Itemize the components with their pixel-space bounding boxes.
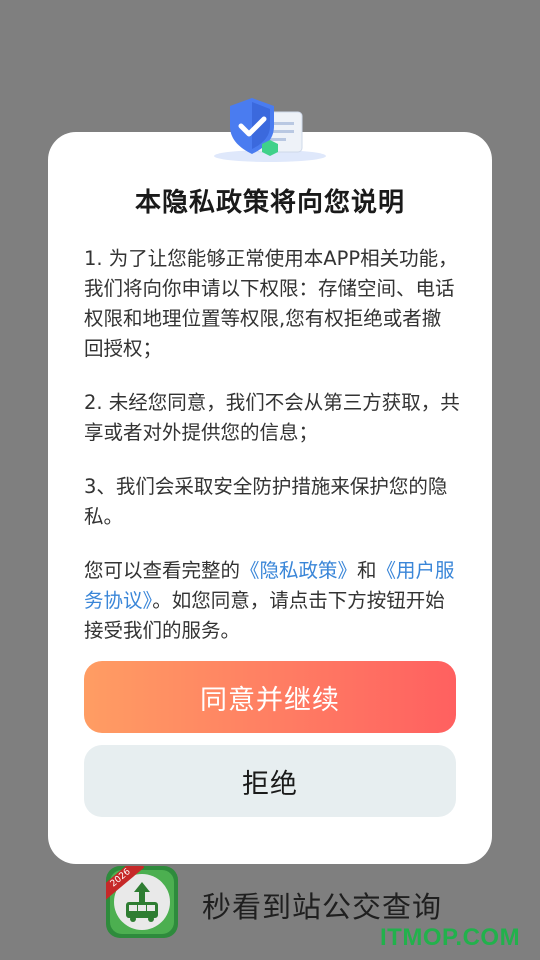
bus-app-icon: 2026 xyxy=(106,866,178,938)
privacy-dialog: 本隐私政策将向您说明 1. 为了让您能够正常使用本APP相关功能，我们将向你申请… xyxy=(48,132,492,864)
agree-button[interactable]: 同意并继续 xyxy=(84,661,456,733)
dialog-title: 本隐私政策将向您说明 xyxy=(134,188,405,218)
privacy-policy-link[interactable]: 《隐私政策》 xyxy=(240,559,357,582)
bus-icon xyxy=(126,882,158,922)
privacy-item-3: 3、我们会采取安全防护措施来保护您的隐私。 xyxy=(84,475,448,528)
privacy-item-1: 1. 为了让您能够正常使用本APP相关功能，我们将向你申请以下权限：存储空间、电… xyxy=(84,247,458,360)
reject-button[interactable]: 拒绝 xyxy=(84,745,456,817)
privacy-item-2: 2. 未经您同意，我们不会从第三方获取，共享或者对外提供您的信息； xyxy=(84,391,460,444)
info-prefix: 您可以查看完整的 xyxy=(84,559,241,582)
shield-check-icon xyxy=(214,98,326,162)
privacy-info: 您可以查看完整的《隐私政策》和《用户服务协议》。如您同意，请点击下方按钮开始接受… xyxy=(84,556,460,646)
dialog-body: 1. 为了让您能够正常使用本APP相关功能，我们将向你申请以下权限：存储空间、电… xyxy=(84,244,460,670)
info-and: 和 xyxy=(357,559,377,582)
site-watermark: ITMOP.COM xyxy=(380,924,521,951)
app-name: 秒看到站公交查询 xyxy=(202,890,443,924)
